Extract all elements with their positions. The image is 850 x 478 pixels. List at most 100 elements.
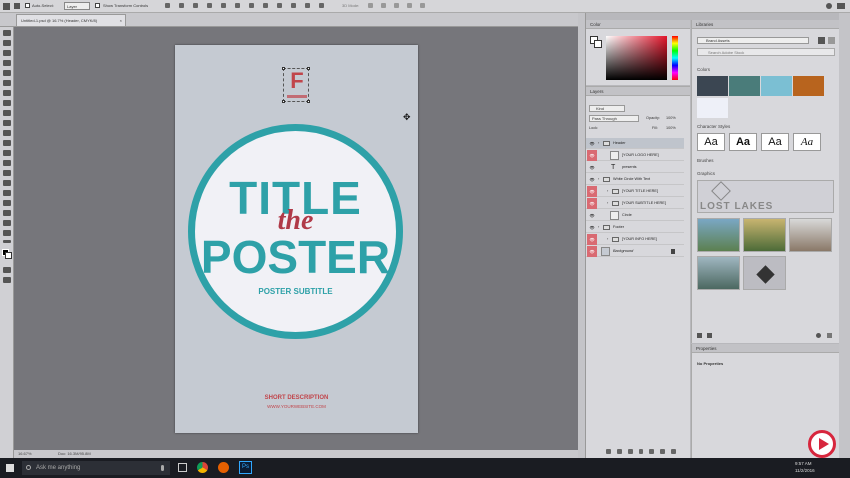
- character-style-item[interactable]: Aa: [729, 133, 757, 151]
- link-layers-icon[interactable]: [606, 449, 611, 454]
- transform-handle[interactable]: [307, 100, 310, 103]
- layer-row[interactable]: 👁 › Footer: [586, 222, 684, 233]
- screen-mode-icon[interactable]: [3, 277, 11, 283]
- taskbar-search-box[interactable]: Ask me anything: [22, 461, 170, 475]
- upload-icon[interactable]: [707, 333, 712, 338]
- opacity-value[interactable]: 100%: [666, 116, 676, 120]
- grid-view-icon[interactable]: [818, 37, 825, 44]
- healing-tool-icon[interactable]: [3, 100, 11, 106]
- layer-row[interactable]: 👁 › [YOUR TITLE HERE]: [586, 186, 684, 197]
- align-bottom-icon[interactable]: [193, 3, 198, 8]
- background-color-swatch[interactable]: [5, 252, 12, 259]
- stamp-tool-icon[interactable]: [3, 120, 11, 126]
- visibility-eye-icon[interactable]: 👁: [587, 234, 597, 245]
- 3d-roll-icon[interactable]: [381, 3, 386, 8]
- chevron-right-icon[interactable]: ›: [598, 138, 599, 149]
- pen-tool-icon[interactable]: [3, 180, 11, 186]
- home-icon[interactable]: [3, 3, 10, 10]
- distribute-hcenter-icon[interactable]: [305, 3, 310, 8]
- chevron-right-icon[interactable]: ›: [598, 174, 599, 185]
- photoshop-taskbar-icon[interactable]: Ps: [239, 461, 252, 474]
- task-view-icon[interactable]: [178, 463, 187, 472]
- delete-layer-icon[interactable]: [671, 449, 677, 454]
- logo-selection-box[interactable]: F: [282, 67, 310, 103]
- kind-filter[interactable]: Kind: [589, 105, 625, 112]
- distribute-bottom-icon[interactable]: [277, 3, 282, 8]
- chevron-right-icon[interactable]: ›: [598, 222, 599, 233]
- distribute-right-icon[interactable]: [319, 3, 324, 8]
- dodge-tool-icon[interactable]: [3, 170, 11, 176]
- align-hcenter-icon[interactable]: [221, 3, 226, 8]
- library-color-swatch[interactable]: [729, 76, 760, 96]
- layer-row[interactable]: 👁 [YOUR LOGO HERE]: [586, 150, 684, 161]
- firefox-icon[interactable]: [218, 462, 229, 473]
- workspace-icon[interactable]: [837, 3, 845, 9]
- zoom-level[interactable]: 16.67%: [18, 451, 32, 456]
- bg-swatch[interactable]: [594, 40, 602, 48]
- visibility-eye-icon[interactable]: 👁: [587, 246, 597, 257]
- search-icon[interactable]: [826, 3, 832, 9]
- library-color-swatch[interactable]: [697, 98, 728, 118]
- library-color-swatch[interactable]: [793, 76, 824, 96]
- zoom-tool-icon[interactable]: [3, 230, 11, 236]
- adjustment-layer-icon[interactable]: [638, 449, 644, 454]
- chevron-right-icon[interactable]: ›: [607, 186, 608, 197]
- quick-select-tool-icon[interactable]: [3, 60, 11, 66]
- gradient-tool-icon[interactable]: [3, 150, 11, 156]
- visibility-eye-icon[interactable]: 👁: [587, 224, 597, 231]
- layer-row[interactable]: 👁 Circle: [586, 210, 684, 221]
- align-left-icon[interactable]: [207, 3, 212, 8]
- add-to-library-icon[interactable]: [697, 333, 702, 338]
- chrome-icon[interactable]: [197, 462, 208, 473]
- brushes-section-label[interactable]: Brushes: [697, 158, 714, 163]
- layer-row[interactable]: 👁 › [YOUR SUBTITLE HERE]: [586, 198, 684, 209]
- distribute-top-icon[interactable]: [249, 3, 254, 8]
- poster-document[interactable]: F TITLE the POSTER POSTER SUBTITLE SHORT…: [175, 45, 418, 433]
- blur-tool-icon[interactable]: [3, 160, 11, 166]
- transform-handle[interactable]: [307, 67, 310, 70]
- graphics-section-label[interactable]: Graphics: [697, 171, 715, 176]
- blend-mode-dropdown[interactable]: Pass Through: [589, 115, 639, 122]
- layer-row[interactable]: 👁 › [YOUR INFO HERE]: [586, 234, 684, 245]
- close-tab-icon[interactable]: ×: [120, 15, 122, 27]
- visibility-eye-icon[interactable]: 👁: [587, 164, 597, 171]
- library-color-swatch[interactable]: [761, 76, 792, 96]
- 3d-slide-icon[interactable]: [407, 3, 412, 8]
- transform-handle[interactable]: [282, 100, 285, 103]
- type-tool-icon[interactable]: [3, 190, 11, 196]
- character-style-item[interactable]: Aa: [761, 133, 789, 151]
- visibility-eye-icon[interactable]: 👁: [587, 150, 597, 161]
- chevron-right-icon[interactable]: ›: [607, 198, 608, 209]
- graphic-triangle-logo[interactable]: [743, 256, 786, 290]
- layer-row[interactable]: 👁 › White Circle With Text: [586, 174, 684, 185]
- path-select-tool-icon[interactable]: [3, 200, 11, 206]
- eyedropper-tool-icon[interactable]: [3, 90, 11, 96]
- new-layer-icon[interactable]: [660, 449, 666, 454]
- fill-value[interactable]: 100%: [666, 126, 676, 130]
- move-tool-icon[interactable]: [14, 3, 20, 9]
- character-style-item[interactable]: Aa: [697, 133, 725, 151]
- add-mask-icon[interactable]: [627, 449, 633, 454]
- list-view-icon[interactable]: [828, 37, 835, 44]
- auto-select-checkbox[interactable]: [25, 3, 30, 8]
- cloud-sync-icon[interactable]: [816, 333, 821, 338]
- more-tools-icon[interactable]: [3, 240, 11, 243]
- char-styles-section-label[interactable]: Character Styles: [697, 124, 730, 129]
- align-vcenter-icon[interactable]: [179, 3, 184, 8]
- eraser-tool-icon[interactable]: [3, 140, 11, 146]
- distribute-left-icon[interactable]: [291, 3, 296, 8]
- chevron-right-icon[interactable]: ›: [607, 234, 608, 245]
- auto-select-dropdown[interactable]: Layer: [64, 2, 90, 10]
- 3d-orbit-icon[interactable]: [368, 3, 373, 8]
- library-dropdown[interactable]: Brand Assets: [697, 37, 809, 44]
- history-brush-tool-icon[interactable]: [3, 130, 11, 136]
- visibility-eye-icon[interactable]: 👁: [587, 198, 597, 209]
- rectangle-tool-icon[interactable]: [3, 210, 11, 216]
- trash-icon[interactable]: [827, 333, 832, 338]
- transform-handle[interactable]: [282, 67, 285, 70]
- align-top-icon[interactable]: [165, 3, 170, 8]
- graphic-photo-deer[interactable]: [789, 218, 832, 252]
- microphone-icon[interactable]: [161, 465, 164, 471]
- graphic-photo-mountains[interactable]: [697, 256, 740, 290]
- visibility-eye-icon[interactable]: 👁: [587, 176, 597, 183]
